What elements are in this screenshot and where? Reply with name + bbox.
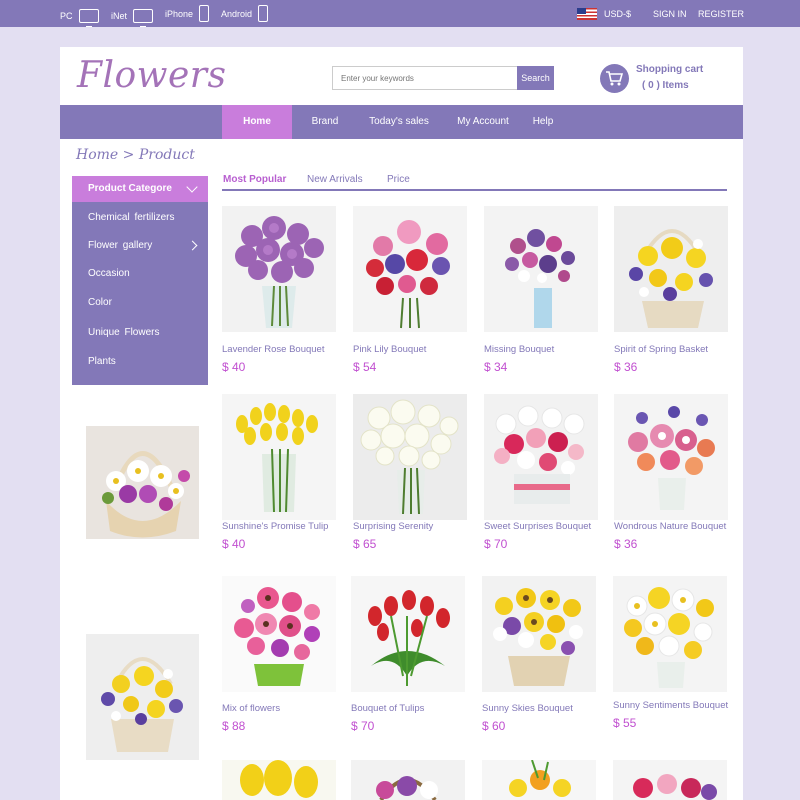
device-android[interactable]: Android (221, 5, 269, 22)
us-flag-icon[interactable] (577, 8, 597, 20)
product-image[interactable] (613, 576, 727, 692)
category-item[interactable]: Plants (88, 356, 116, 367)
product-name[interactable]: Sunny Sentiments Bouquet (613, 700, 728, 711)
category-item[interactable]: Color (88, 297, 112, 308)
tab-underline (222, 189, 727, 191)
cart-title[interactable]: Shopping cart (636, 64, 703, 75)
device-inet[interactable]: iNet (111, 9, 154, 27)
product-price: $ 40 (222, 360, 246, 374)
nav-help[interactable]: Help (528, 105, 558, 139)
phone-icon (258, 5, 269, 22)
tab-price[interactable]: Price (387, 174, 410, 185)
product-price: $ 40 (222, 537, 246, 551)
product-image[interactable] (351, 576, 465, 692)
category-header[interactable]: Product Categore (72, 176, 208, 202)
product-name[interactable]: Spirit of Spring Basket (614, 344, 708, 355)
top-bar: PC iNet iPhone Android USD-$ SIGN IN REG… (0, 0, 800, 27)
product-price: $ 70 (484, 537, 508, 551)
product-price: $ 36 (614, 360, 638, 374)
promo-basket-image[interactable] (86, 426, 199, 539)
device-label: PC (60, 11, 73, 21)
product-name[interactable]: Surprising Serenity (353, 521, 433, 532)
product-price: $ 34 (484, 360, 508, 374)
currency-selector[interactable]: USD-$ (604, 9, 631, 19)
main-nav: Home Brand Today's sales My Account Help (60, 105, 743, 139)
chevron-down-icon (186, 181, 198, 193)
product-name[interactable]: Sunny Skies Bouquet (482, 703, 573, 714)
product-image[interactable] (353, 394, 467, 520)
site-logo[interactable]: Flowers (77, 55, 226, 96)
category-title: Product Categore (88, 183, 172, 194)
product-image[interactable] (482, 760, 596, 800)
register-link[interactable]: REGISTER (698, 9, 744, 19)
category-item[interactable]: Occasion (88, 268, 130, 279)
tab-most-popular[interactable]: Most Popular (223, 174, 286, 185)
product-image[interactable] (484, 394, 598, 520)
search-button[interactable]: Search (517, 66, 554, 90)
nav-home[interactable]: Home (222, 105, 292, 139)
product-image[interactable] (353, 206, 467, 332)
device-label: iPhone (165, 8, 194, 19)
product-name[interactable]: Wondrous Nature Bouquet (614, 521, 726, 532)
nav-my-account[interactable]: My Account (450, 105, 516, 139)
monitor-icon (78, 9, 99, 27)
product-image[interactable] (484, 206, 598, 332)
category-sidebar: Product Categore Chemical fertilizers Fl… (72, 176, 208, 385)
device-label: Android (221, 8, 253, 19)
tab-new-arrivals[interactable]: New Arrivals (307, 174, 363, 185)
promo-spring-basket-image[interactable] (86, 634, 199, 760)
category-item[interactable]: Unique Flowers (88, 327, 159, 338)
product-price: $ 88 (222, 719, 246, 733)
product-image[interactable] (222, 576, 336, 702)
device-iphone[interactable]: iPhone (165, 5, 210, 22)
product-image[interactable] (222, 760, 336, 800)
device-label: iNet (111, 11, 128, 21)
product-image[interactable] (222, 394, 336, 520)
nav-brand[interactable]: Brand (300, 105, 350, 139)
product-name[interactable]: Sweet Surprises Bouquet (484, 521, 591, 532)
product-name[interactable]: Pink Lily Bouquet (353, 344, 426, 355)
product-price: $ 55 (613, 716, 637, 730)
product-image[interactable] (351, 760, 465, 800)
shopping-cart-icon[interactable] (600, 64, 629, 93)
product-name[interactable]: Bouquet of Tulips (351, 703, 424, 714)
breadcrumb: Home > Product (76, 147, 195, 163)
nav-todays-sales[interactable]: Today's sales (362, 105, 436, 139)
product-price: $ 54 (353, 360, 377, 374)
product-name[interactable]: Lavender Rose Bouquet (222, 344, 324, 355)
phone-icon (199, 5, 210, 22)
device-pc[interactable]: PC (60, 9, 99, 27)
product-image[interactable] (614, 206, 728, 332)
monitor-icon (133, 9, 154, 27)
product-price: $ 36 (614, 537, 638, 551)
category-item[interactable]: Chemical fertilizers (88, 212, 174, 223)
product-image[interactable] (613, 760, 727, 800)
product-image[interactable] (222, 206, 336, 332)
product-image[interactable] (482, 576, 596, 692)
product-price: $ 60 (482, 719, 506, 733)
sign-in-link[interactable]: SIGN IN (653, 9, 687, 19)
product-image[interactable] (614, 394, 728, 520)
search-bar: Search (332, 66, 554, 90)
product-price: $ 65 (353, 537, 377, 551)
product-name[interactable]: Sunshine's Promise Tulip (222, 521, 328, 532)
product-name[interactable]: Mix of flowers (222, 703, 280, 714)
product-name[interactable]: Missing Bouquet (484, 344, 554, 355)
cart-count: ( 0 ) Items (642, 80, 689, 91)
category-item[interactable]: Flower gallery (88, 240, 152, 251)
product-price: $ 70 (351, 719, 375, 733)
search-input[interactable] (332, 66, 517, 90)
